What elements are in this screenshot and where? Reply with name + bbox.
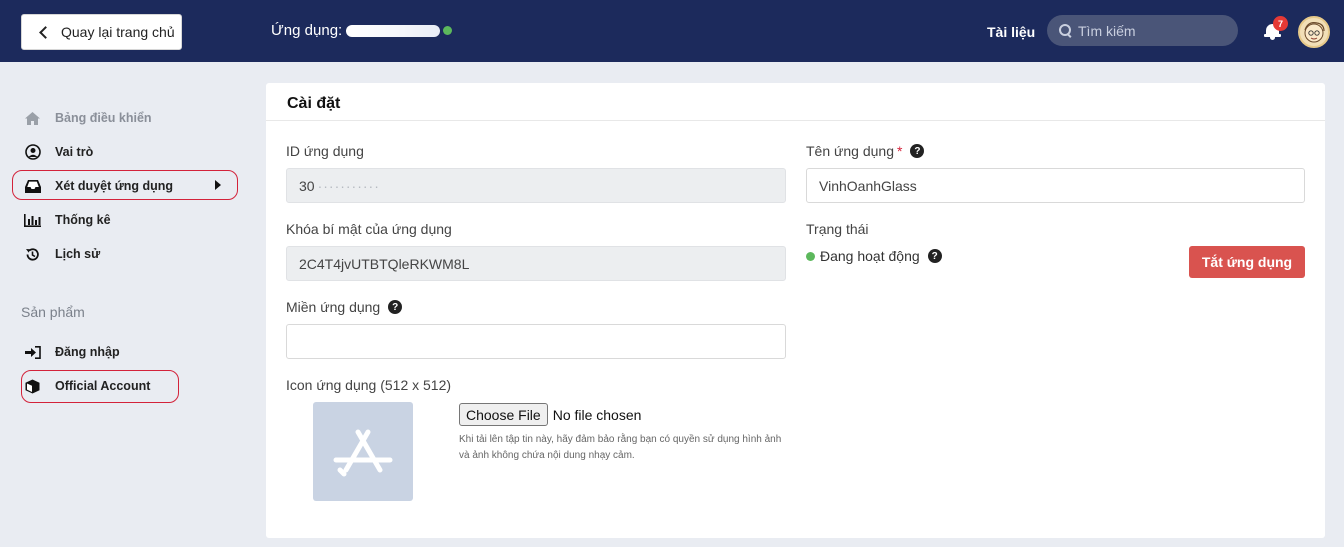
sidebar-item-history[interactable]: Lịch sử: [24, 246, 100, 262]
secret-key-value: 2C4T4jvUTBTQleRKWM8L: [299, 255, 470, 272]
home-icon: [24, 110, 41, 126]
status-dot: [806, 251, 815, 261]
divider: [266, 120, 1325, 121]
status-indicator: Đang hoạt động ?: [806, 248, 942, 264]
app-name-label: Tên ứng dụng * ?: [806, 143, 925, 159]
search-input[interactable]: [1078, 22, 1228, 39]
search-box[interactable]: [1047, 15, 1238, 46]
current-app: Ứng dụng:: [271, 22, 453, 39]
sidebar-item-label: Thống kê: [55, 213, 111, 227]
top-bar: Quay lại trang chủ Ứng dụng: Tài liệu 7: [0, 0, 1344, 62]
app-status-dot: [443, 26, 453, 35]
upload-note: Khi tải lên tập tin này, hãy đảm bảo rằn…: [459, 434, 782, 461]
app-id-value: 30: [299, 177, 315, 194]
disable-app-button[interactable]: Tắt ứng dụng: [1189, 246, 1305, 278]
annotation-highlight: [12, 170, 238, 200]
help-icon[interactable]: ?: [927, 249, 942, 263]
required-marker: *: [897, 143, 903, 159]
sidebar-item-roles[interactable]: Vai trò: [24, 144, 93, 160]
docs-link[interactable]: Tài liệu: [987, 24, 1035, 40]
app-domain-field[interactable]: [286, 324, 786, 359]
sidebar-item-label: Đăng nhập: [55, 345, 120, 359]
app-icon-label: Icon ứng dụng (512 x 512): [286, 377, 452, 393]
sidebar-item-label: Bảng điều khiển: [55, 111, 152, 125]
search-icon: [1059, 24, 1072, 37]
help-icon[interactable]: ?: [910, 144, 925, 158]
file-upload: Choose File No file chosen: [459, 403, 641, 426]
app-domain-label-text: Miền ứng dụng: [286, 299, 381, 315]
app-name-label-text: Tên ứng dụng: [806, 143, 894, 159]
chevron-left-icon: [39, 25, 52, 39]
app-label: Ứng dụng:: [271, 22, 343, 39]
app-id-label: ID ứng dụng: [286, 143, 364, 159]
settings-card: Cài đặt ID ứng dụng 30 ··········· Khóa …: [266, 83, 1325, 538]
user-circle-icon: [24, 144, 41, 160]
app-icon-preview: [313, 402, 413, 501]
status-label: Trạng thái: [806, 221, 869, 237]
page-title: Cài đặt: [287, 95, 341, 112]
notification-badge: 7: [1273, 16, 1288, 31]
bar-chart-icon: [24, 212, 41, 228]
sidebar-item-statistics[interactable]: Thống kê: [24, 212, 111, 228]
app-name-input[interactable]: [819, 177, 1304, 194]
annotation-highlight: [21, 370, 179, 403]
help-icon[interactable]: ?: [388, 300, 403, 314]
app-domain-label: Miền ứng dụng ?: [286, 299, 403, 315]
redacted-text: ···········: [317, 177, 380, 194]
secret-key-field[interactable]: 2C4T4jvUTBTQleRKWM8L: [286, 246, 786, 281]
app-id-field[interactable]: 30 ···········: [286, 168, 786, 203]
no-file-text: No file chosen: [552, 406, 642, 423]
status-value: Đang hoạt động: [820, 248, 920, 264]
sidebar-item-label: Lịch sử: [55, 247, 101, 261]
app-domain-input[interactable]: [299, 333, 785, 350]
back-home-label: Quay lại trang chủ: [61, 24, 175, 40]
products-section-title: Sản phẩm: [21, 304, 85, 320]
choose-file-button[interactable]: Choose File: [459, 403, 548, 426]
back-home-button[interactable]: Quay lại trang chủ: [21, 14, 182, 50]
sidebar-item-dashboard[interactable]: Bảng điều khiển: [24, 110, 152, 126]
app-store-icon: [333, 429, 393, 476]
sidebar-item-login[interactable]: Đăng nhập: [24, 344, 120, 360]
app-name-field[interactable]: [806, 168, 1305, 203]
history-icon: [24, 246, 41, 262]
sidebar-item-label: Vai trò: [55, 145, 94, 159]
app-name-redacted: [346, 24, 441, 37]
sign-in-icon: [24, 344, 41, 360]
avatar[interactable]: [1298, 16, 1330, 48]
secret-key-label: Khóa bí mật của ứng dụng: [286, 221, 452, 237]
sidebar: Bảng điều khiển Vai trò Xét duyệt ứng dụ…: [0, 62, 250, 547]
